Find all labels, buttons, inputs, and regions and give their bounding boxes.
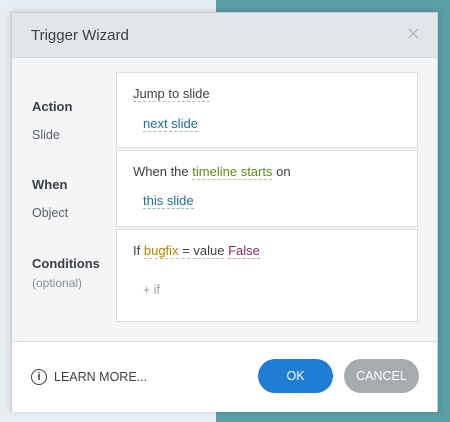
add-if-button[interactable]: + if bbox=[143, 283, 160, 297]
when-panel: When the timeline starts on this slide bbox=[116, 150, 418, 227]
dialog-title: Trigger Wizard bbox=[31, 27, 129, 44]
dialog-header: Trigger Wizard × bbox=[12, 13, 437, 58]
learn-more-label: LEARN MORE... bbox=[54, 370, 148, 384]
slide-label: Slide bbox=[32, 128, 60, 142]
conditions-label: Conditions bbox=[32, 256, 100, 271]
info-icon: i bbox=[31, 369, 47, 385]
value-selector[interactable]: False bbox=[228, 243, 260, 259]
optional-label: (optional) bbox=[32, 276, 83, 290]
value-type-selector[interactable]: value bbox=[193, 243, 225, 259]
variable-selector[interactable]: bugfix bbox=[143, 243, 179, 259]
cancel-button[interactable]: CANCEL bbox=[344, 359, 419, 393]
object-label: Object bbox=[32, 206, 69, 220]
when-label: When bbox=[32, 177, 68, 192]
dialog-footer: i LEARN MORE... OK CANCEL bbox=[12, 341, 437, 412]
when-suffix: on bbox=[276, 164, 291, 179]
action-panel: Jump to slide next slide bbox=[116, 72, 418, 148]
action-selector[interactable]: Jump to slide bbox=[133, 86, 210, 102]
if-word: If bbox=[133, 243, 141, 258]
object-selector[interactable]: this slide bbox=[143, 193, 194, 209]
ok-button[interactable]: OK bbox=[258, 359, 333, 393]
learn-more-link[interactable]: i LEARN MORE... bbox=[31, 369, 147, 385]
when-prefix: When the bbox=[133, 164, 189, 179]
operator-selector[interactable]: = bbox=[182, 243, 190, 259]
dialog-body: Action Slide Jump to slide next slide Wh… bbox=[12, 58, 437, 341]
conditions-panel: If bugfix = value False + if bbox=[116, 229, 418, 322]
trigger-wizard-dialog: Trigger Wizard × Action Slide Jump to sl… bbox=[11, 12, 438, 412]
slide-target-selector[interactable]: next slide bbox=[143, 116, 198, 132]
action-label: Action bbox=[32, 99, 73, 114]
close-icon[interactable]: × bbox=[406, 24, 421, 44]
event-selector[interactable]: timeline starts bbox=[192, 164, 273, 180]
